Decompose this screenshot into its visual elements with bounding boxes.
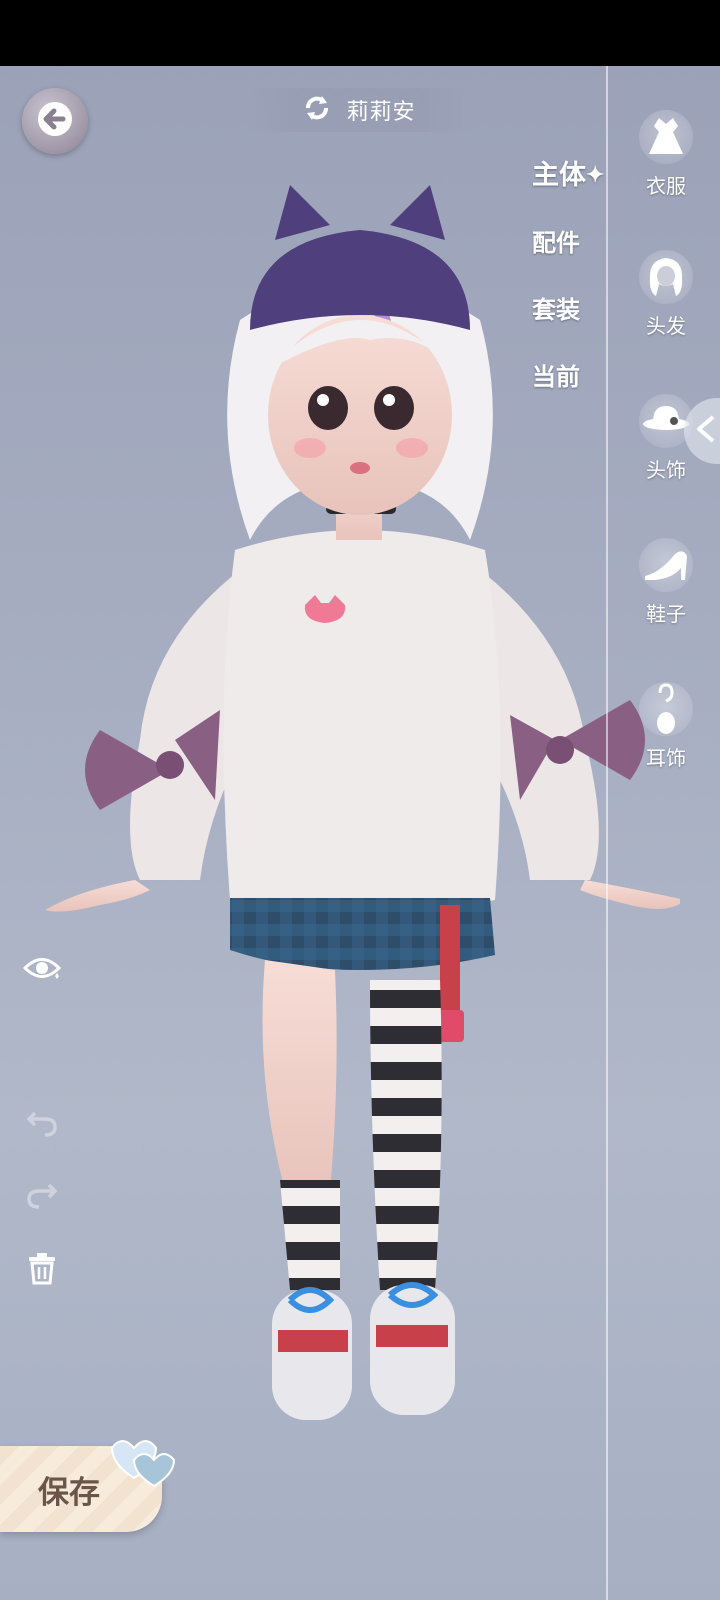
delete-button[interactable] [22,1250,62,1290]
rail-label: 头发 [646,314,686,338]
status-bar [0,0,720,66]
category-tab-accessories[interactable]: 配件 [532,225,612,292]
category-tab-main[interactable]: 主体✦ [532,158,612,225]
rail-label: 耳饰 [646,746,686,770]
rail-label: 衣服 [646,174,686,198]
chevron-left-icon [693,414,719,448]
redo-button[interactable] [22,1174,62,1214]
category-nav: 主体✦ 配件 套装 当前 [532,158,612,426]
rail-item-earrings[interactable]: 耳饰 [626,682,706,771]
earring-icon [639,682,693,736]
rail-item-shoes[interactable]: 鞋子 [626,538,706,627]
arrow-left-icon [35,99,75,143]
rail-label: 鞋子 [646,602,686,626]
character-name: 莉莉安 [346,100,416,125]
category-tab-label: 主体 [532,160,586,191]
hair-icon [639,250,693,304]
save-button[interactable]: 保存 [0,1440,176,1532]
undo-button[interactable] [22,1102,62,1142]
category-tab-current[interactable]: 当前 [532,359,612,426]
trash-icon [25,1251,59,1289]
high-heel-icon [639,538,693,592]
back-button[interactable] [22,88,88,154]
rail-item-hair[interactable]: 头发 [626,250,706,339]
category-tab-outfits[interactable]: 套装 [532,292,612,359]
toggle-visibility-button[interactable] [22,950,62,990]
dress-icon [639,110,693,164]
character-name-switcher[interactable]: 莉莉安 [248,88,470,132]
rail-label: 头饰 [646,458,686,482]
save-label: 保存 [38,1474,100,1511]
rail-item-clothes[interactable]: 衣服 [626,110,706,199]
redo-icon [25,1175,59,1213]
heart-sticker-icon [104,1432,176,1492]
eye-icon [22,953,62,987]
sparkle-icon: ✦ [586,162,605,188]
refresh-icon [302,93,332,127]
undo-icon [25,1103,59,1141]
